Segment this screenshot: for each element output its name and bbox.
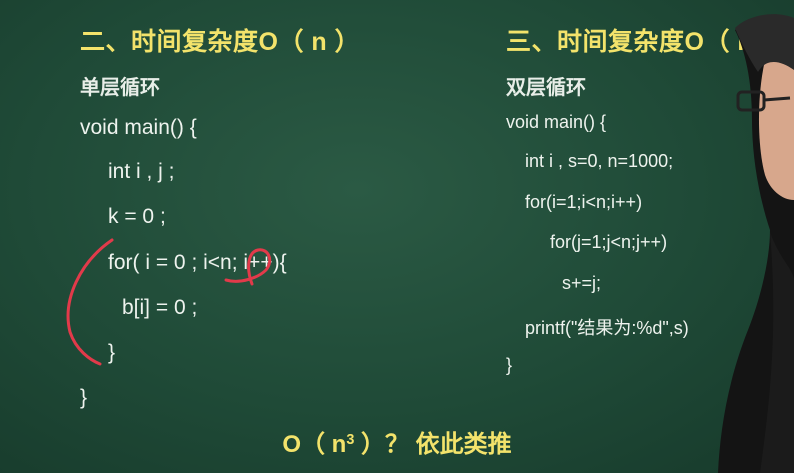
circle-annotation — [224, 248, 272, 286]
overlay-layer — [66, 14, 794, 473]
presenter-figure — [718, 14, 794, 473]
bracket-annotation — [66, 238, 114, 366]
